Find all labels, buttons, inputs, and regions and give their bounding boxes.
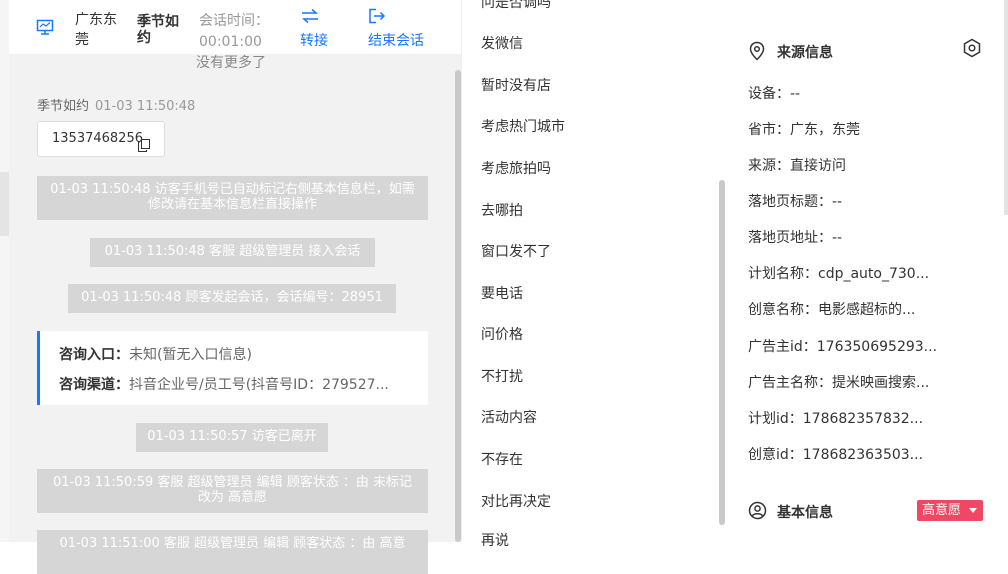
chat-header: 广东东莞 季节如约 会话时间： 00:01:00 转接 结束会话 [9,0,461,55]
settings-icon[interactable] [962,38,982,62]
info-advertiser-id: 广告主id：176350695293... [748,339,938,355]
sender-name: 季节如约 [37,99,90,114]
monitor-icon [36,18,54,40]
info-province-city: 省市：广东，东莞 [748,122,860,138]
phone-message-bubble: 13537468256 [37,121,165,157]
intent-status-dropdown[interactable]: 高意愿 [917,500,983,521]
menu-item[interactable]: 考虑热门城市 [481,116,565,136]
menu-item[interactable]: 暂时没有店 [481,75,551,95]
menu-item[interactable]: 去哪拍 [481,200,523,220]
info-plan-name: 计划名称：cdp_auto_730... [748,266,930,282]
menu-item[interactable]: 窗口发不了 [481,241,551,261]
consult-channel-value: 抖音企业号/员工号(抖音号ID：279527... [129,377,389,393]
consult-entry-value: 未知(暂无入口信息) [129,347,252,363]
left-sidebar-edge [0,0,9,542]
transfer-label: 转接 [300,33,328,49]
end-session-label: 结束会话 [368,33,424,49]
menu-scrollbar[interactable] [719,180,725,525]
menu-item[interactable]: 不存在 [481,449,523,469]
left-sidebar-tab[interactable] [0,172,9,236]
visitor-location: 广东东莞 [75,12,117,48]
basic-info-title: 基本信息 [777,505,833,521]
consult-entry-row: 咨询入口：未知(暂无入口信息) [59,344,252,364]
transfer-button[interactable]: 转接 [300,8,328,50]
intent-status-label: 高意愿 [922,503,962,518]
consult-entry-label: 咨询入口： [59,347,129,363]
transfer-icon [300,8,328,24]
message-sender: 季节如约 01-03 11:50:48 [37,95,195,114]
source-info-title: 来源信息 [777,45,833,61]
system-message: 01-03 11:50:57 访客已离开 [136,423,328,452]
menu-item[interactable]: 不打扰 [481,366,523,386]
info-landing-title: 落地页标题：-- [748,194,843,210]
visitor-name: 季节如约 [137,14,179,46]
menu-item[interactable]: 要电话 [481,283,523,303]
system-message: 01-03 11:51:00 客服 超级管理员 编辑 顾客状态 ：由 高意 [37,530,428,574]
info-landing-url: 落地页地址：-- [748,230,843,246]
menu-item[interactable]: 发微信 [481,33,523,53]
sender-time: 01-03 11:50:48 [95,99,196,114]
session-time-label: 会话时间： [199,13,269,29]
no-more-messages: 没有更多了 [196,55,266,71]
system-message: 01-03 11:50:48 顾客发起会话，会话编号：28951 [68,284,396,313]
menu-item[interactable]: 对比再决定 [481,491,551,511]
system-message: 01-03 11:50:48 客服 超级管理员 接入会话 [90,238,375,267]
info-panel: 来源信息 设备：-- 省市：广东，东莞 来源：直接访问 落地页标题：-- 落地页… [726,0,1008,542]
menu-item[interactable]: 考虑旅拍吗 [481,158,551,178]
session-time-value: 00:01:00 [199,34,262,50]
info-advertiser-name: 广告主名称：提米映画搜索... [748,375,930,391]
consult-info-card: 咨询入口：未知(暂无入口信息) 咨询渠道：抖音企业号/员工号(抖音号ID：279… [37,331,428,405]
consult-channel-row: 咨询渠道：抖音企业号/员工号(抖音号ID：279527... [59,374,389,394]
phone-number: 13537468256 [52,131,143,146]
caret-down-icon [969,508,977,513]
info-creative-id: 创意id：178682363503... [748,447,924,463]
system-message: 01-03 11:50:48 访客手机号已自动标记右侧基本信息栏，如需修改请在基… [37,176,428,220]
menu-item[interactable]: 问价格 [481,324,523,344]
system-message: 01-03 11:50:59 客服 超级管理员 编辑 顾客状态 ：由 未标记 改… [37,469,428,513]
logout-icon [368,8,424,24]
menu-item[interactable]: 再说 [481,530,509,550]
end-session-button[interactable]: 结束会话 [368,8,424,50]
copy-icon[interactable] [138,132,150,166]
user-circle-icon [748,501,767,524]
menu-item[interactable]: 问是否调吗 [481,0,551,12]
info-scrollbar[interactable] [1004,0,1008,215]
info-device: 设备：-- [748,86,801,102]
menu-item[interactable]: 活动内容 [481,407,537,427]
info-plan-id: 计划id：178682357832... [748,411,924,427]
consult-channel-label: 咨询渠道： [59,377,129,393]
info-creative-name: 创意名称：电影感超标的... [748,302,916,318]
info-source: 来源：直接访问 [748,158,846,174]
location-pin-icon [748,41,766,65]
quick-reply-menu: 问是否调吗 发微信 暂时没有店 考虑热门城市 考虑旅拍吗 去哪拍 窗口发不了 要… [461,0,727,549]
